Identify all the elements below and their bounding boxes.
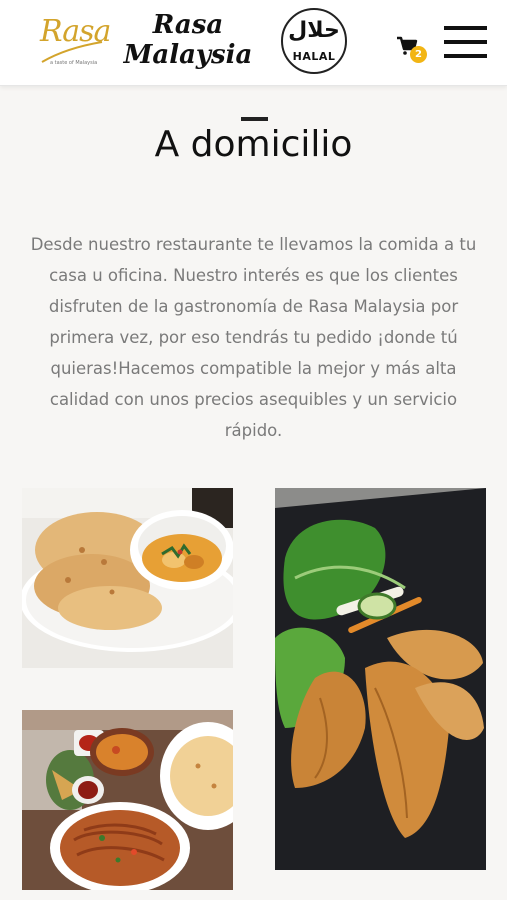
halal-label: HALAL — [292, 50, 336, 63]
hamburger-line-icon — [444, 26, 487, 30]
logo-tagline: a taste of Malaysia — [50, 60, 98, 66]
food-photo-gyoza — [275, 488, 486, 870]
hamburger-line-icon — [444, 40, 487, 44]
cart-button[interactable]: 2 — [396, 34, 430, 64]
halal-arabic-text: حلال — [288, 18, 340, 43]
rasa-logo[interactable]: Rasa a taste of Malaysia — [36, 12, 111, 72]
hamburger-menu-button[interactable] — [444, 26, 487, 59]
brand-name[interactable]: Rasa Malaysia — [112, 10, 264, 70]
title-accent-bar — [241, 117, 268, 121]
brand-line-2: Malaysia — [123, 40, 253, 70]
brand-line-1: Rasa — [152, 10, 224, 40]
hamburger-line-icon — [444, 54, 487, 58]
halal-badge: حلال HALAL — [281, 8, 347, 74]
page-title: A domicilio — [154, 124, 353, 165]
intro-paragraph: Desde nuestro restaurante te llevamos la… — [30, 235, 477, 440]
food-photo-roti-curry — [22, 488, 233, 668]
site-header: Rasa a taste of Malaysia Rasa Malaysia ح… — [0, 0, 507, 86]
cart-count-badge: 2 — [410, 46, 427, 63]
food-photo-noodles-spread — [22, 710, 233, 890]
